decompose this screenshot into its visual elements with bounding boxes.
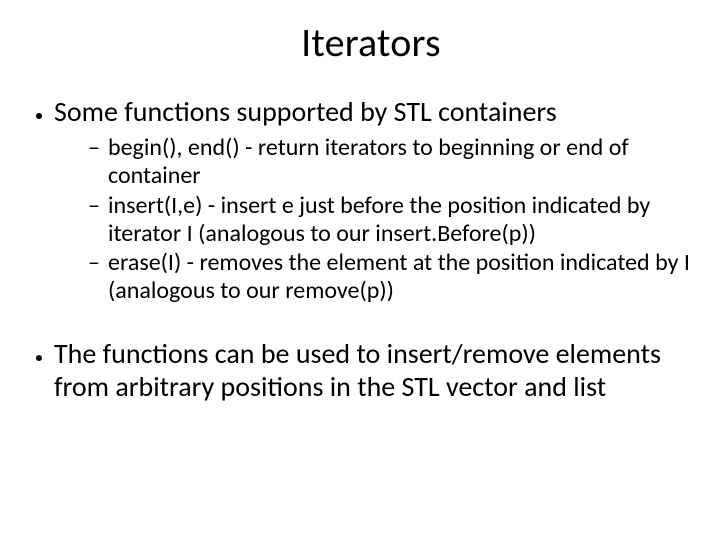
bullet-item: The functions can be used to insert/remo… <box>54 337 692 403</box>
bullet-item: Some functions supported by STL containe… <box>54 95 692 305</box>
bullet-text: The functions can be used to insert/remo… <box>54 336 661 404</box>
sub-bullet-list: begin(), end() - return iterators to beg… <box>88 134 692 305</box>
slide-title: Iterators <box>50 18 692 67</box>
bullet-list: The functions can be used to insert/remo… <box>54 337 692 403</box>
spacer <box>50 309 692 337</box>
slide: Iterators Some functions supported by ST… <box>0 0 720 540</box>
sub-bullet-item: erase(I) - removes the element at the po… <box>88 249 692 305</box>
bullet-list: Some functions supported by STL containe… <box>54 95 692 305</box>
sub-bullet-item: begin(), end() - return iterators to beg… <box>88 134 692 190</box>
sub-bullet-item: insert(I,e) - insert e just before the p… <box>88 192 692 248</box>
bullet-text: Some functions supported by STL containe… <box>54 94 557 129</box>
